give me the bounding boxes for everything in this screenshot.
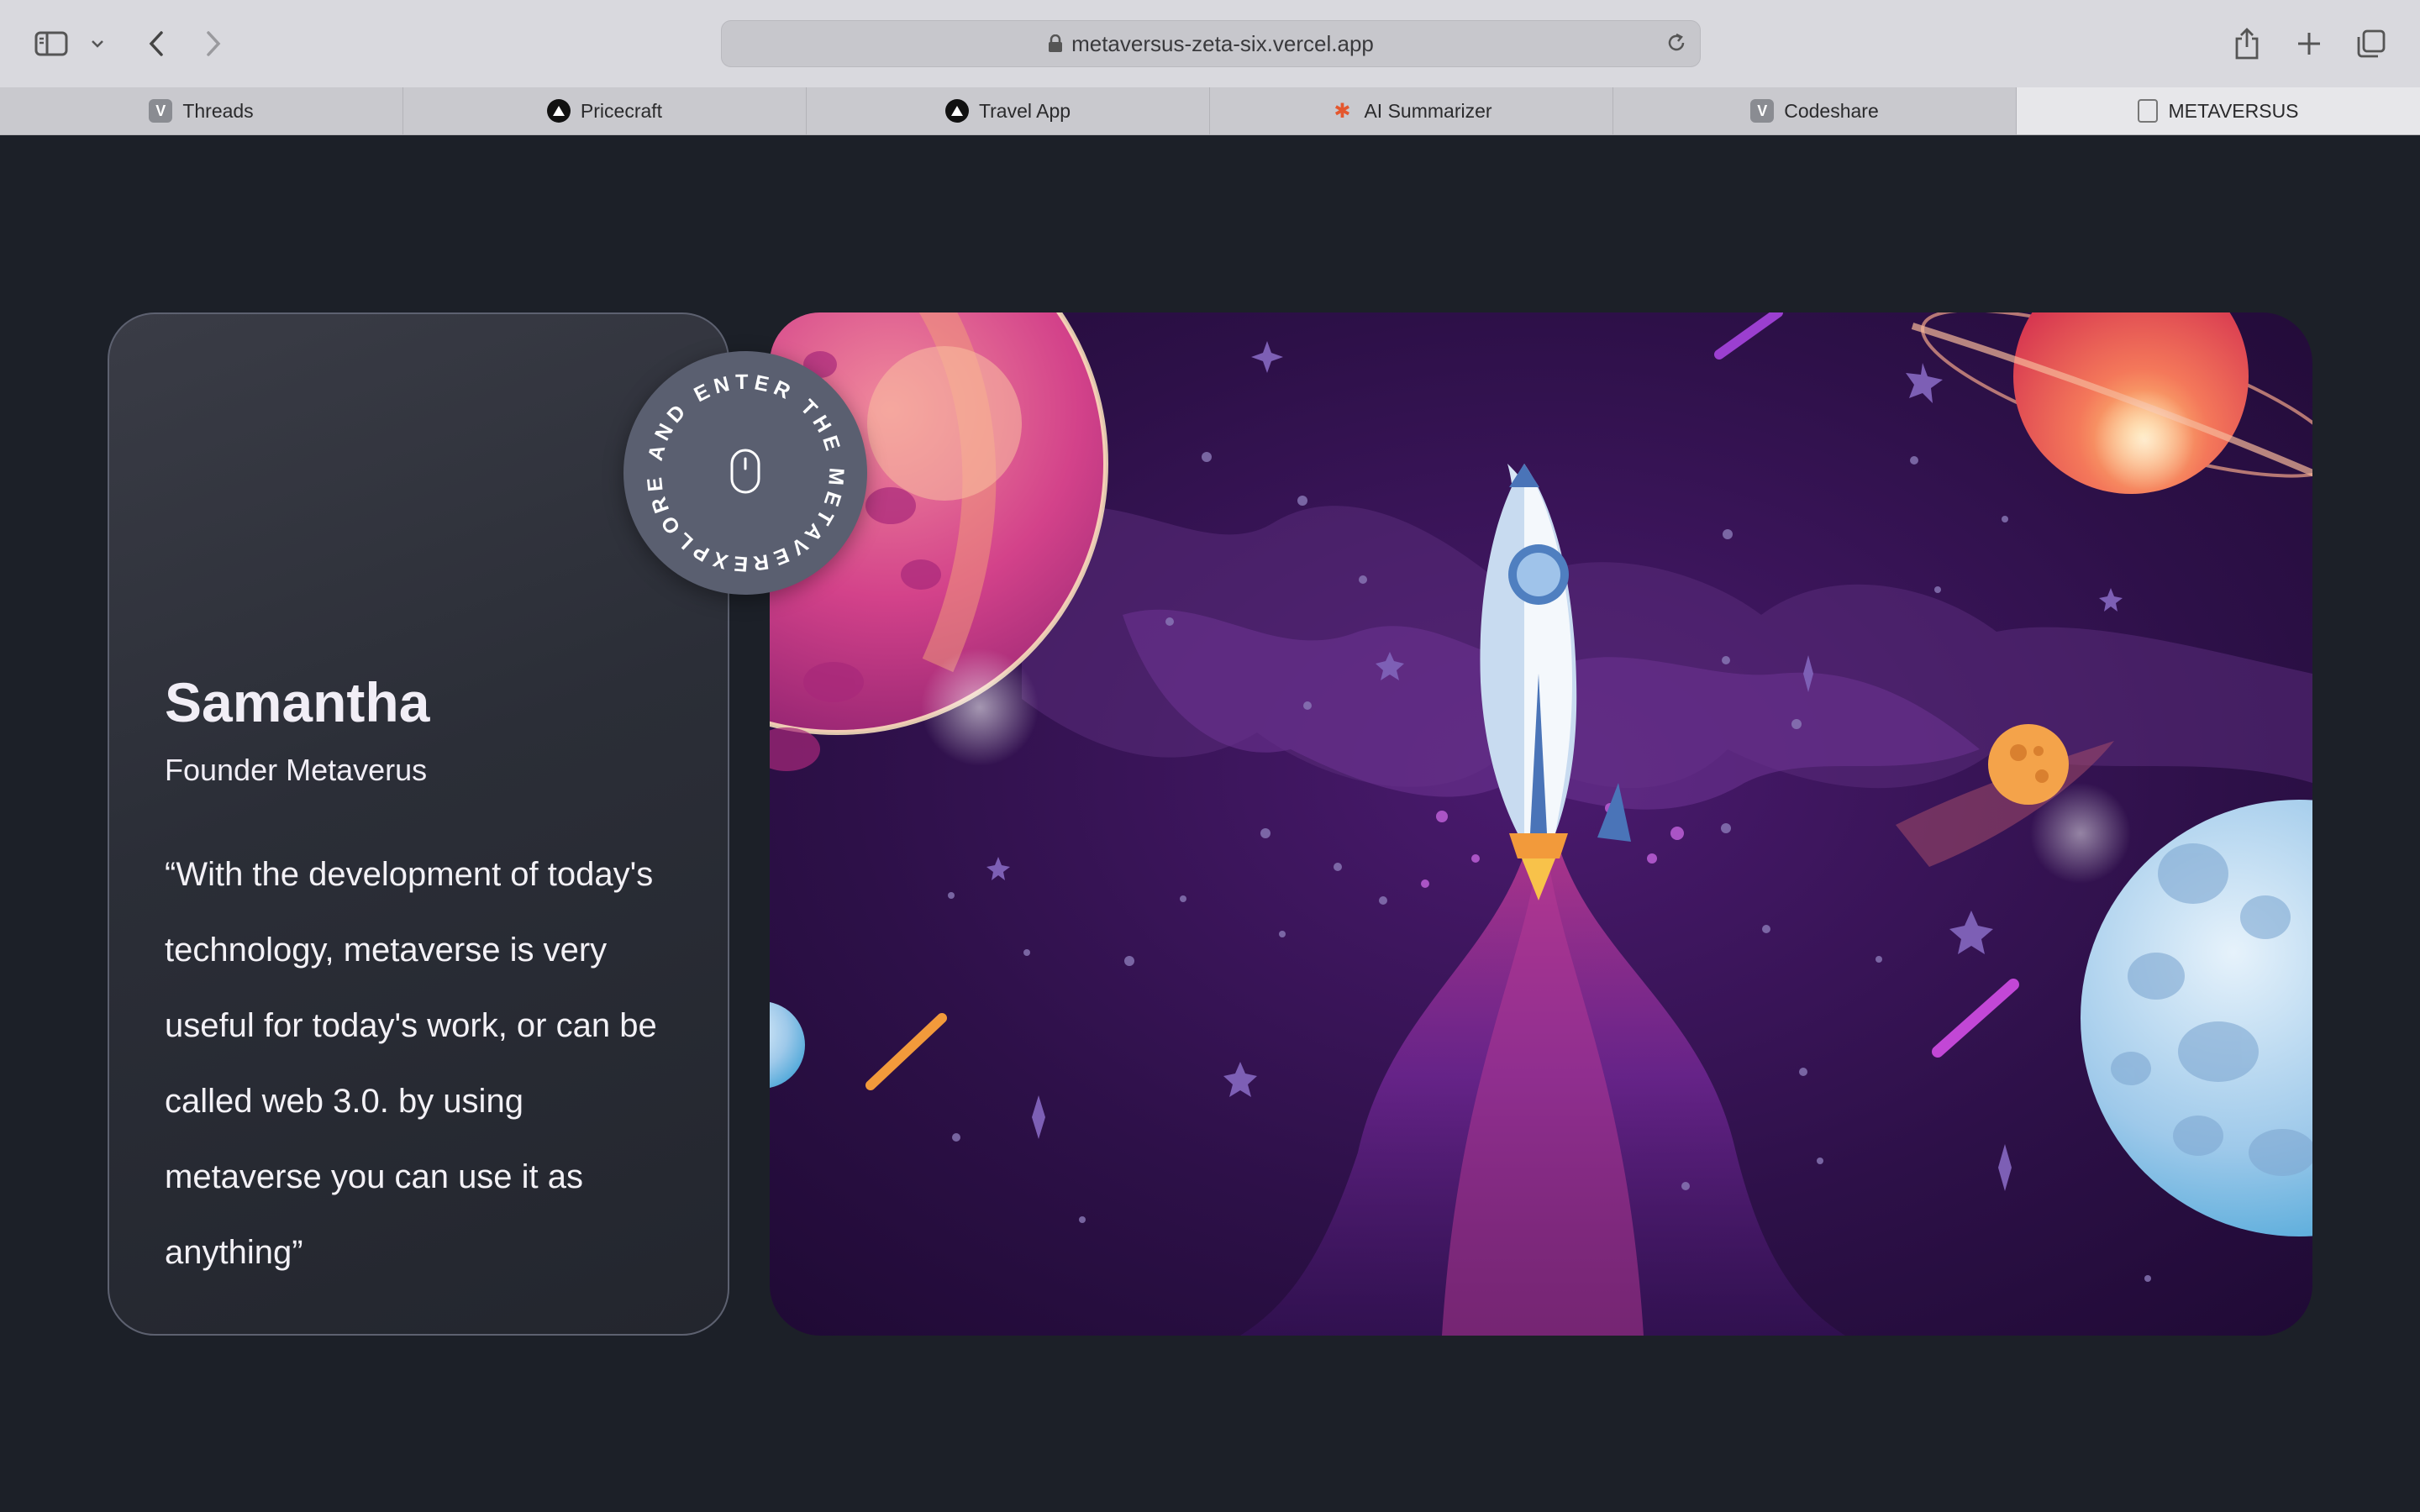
chevron-right-icon — [207, 31, 221, 56]
url-text: metaversus-zeta-six.vercel.app — [1071, 30, 1374, 56]
sidebar-menu-chevron[interactable] — [87, 0, 108, 87]
space-illustration — [770, 312, 2312, 1336]
tab-pricecraft[interactable]: Pricecraft — [403, 87, 807, 134]
share-icon — [2235, 28, 2259, 60]
plus-icon — [2298, 33, 2320, 55]
tab-codeshare[interactable]: V Codeshare — [1613, 87, 2017, 134]
testimonial-role: Founder Metaverus — [165, 753, 428, 787]
mouse-icon — [730, 449, 760, 494]
sidebar-icon — [34, 31, 68, 56]
reload-icon[interactable] — [1665, 31, 1688, 60]
tab-label: Threads — [182, 99, 254, 122]
testimonial-name: Samantha — [165, 671, 430, 733]
gear-logo-icon: ✱ — [1334, 99, 1351, 123]
tab-threads[interactable]: V Threads — [0, 87, 403, 134]
tab-metaversus[interactable]: METAVERSUS — [2017, 87, 2420, 134]
triangle-logo-icon — [944, 99, 969, 123]
badge-circular-text: EXPLORE AND ENTER THE METAVERSE — [623, 367, 853, 595]
tab-label: Codeshare — [1784, 99, 1879, 122]
address-bar[interactable]: metaversus-zeta-six.vercel.app — [721, 20, 1701, 67]
tab-ai-summarizer[interactable]: ✱ AI Summarizer — [1210, 87, 1613, 134]
share-button[interactable] — [2228, 0, 2265, 87]
tab-overview-button[interactable] — [2353, 0, 2390, 87]
tab-bar: V Threads Pricecraft Travel App ✱ AI Sum… — [0, 87, 2420, 135]
tab-label: AI Summarizer — [1364, 99, 1492, 122]
chevron-left-icon — [149, 31, 163, 56]
rocket-scene-image — [770, 312, 2312, 1336]
tab-label: Travel App — [978, 99, 1071, 122]
metaversus-logo-icon — [2138, 99, 2159, 123]
browser-toolbar: metaversus-zeta-six.vercel.app — [0, 0, 2420, 88]
tab-label: METAVERSUS — [2168, 99, 2299, 122]
back-button[interactable] — [141, 0, 171, 87]
v-logo-icon: V — [1750, 99, 1775, 123]
lock-icon — [1048, 34, 1063, 53]
tab-label: Pricecraft — [580, 99, 663, 122]
triangle-logo-icon — [546, 99, 571, 123]
tab-travel-app[interactable]: Travel App — [807, 87, 1210, 134]
explore-metaverse-badge[interactable]: EXPLORE AND ENTER THE METAVERSE — [602, 351, 867, 609]
testimonial-quote: “With the development of today's technol… — [165, 856, 657, 1271]
new-tab-button[interactable] — [2291, 0, 2328, 87]
v-logo-icon: V — [149, 99, 173, 123]
tab-overview-icon — [2357, 29, 2386, 58]
sidebar-toggle-button[interactable] — [30, 0, 72, 87]
chevron-down-icon — [92, 40, 103, 48]
forward-button[interactable] — [198, 0, 229, 87]
